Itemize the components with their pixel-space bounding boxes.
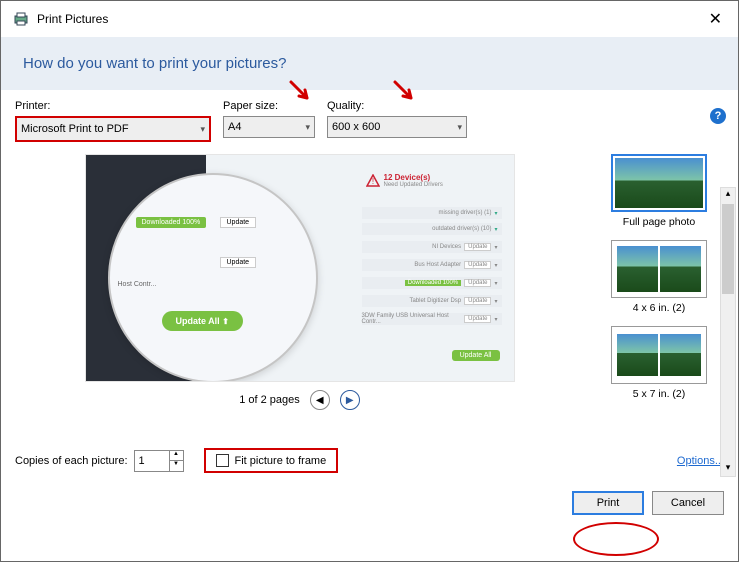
layout-4x6[interactable]: 4 x 6 in. (2) [594,240,724,314]
preview-update-all: Update All ⬆ [162,311,243,331]
scroll-down-icon[interactable]: ▾ [721,462,735,476]
close-button[interactable]: ✕ [701,7,730,31]
preview-update-all-small: Update All [452,350,500,361]
next-page-button[interactable]: ▶ [340,390,360,410]
help-icon[interactable]: ? [710,108,726,124]
window-title: Print Pictures [37,12,108,26]
fit-picture-label: Fit picture to frame [235,455,327,467]
main-area: ! 12 Device(s) Need Updated Drivers miss… [1,148,738,438]
scroll-up-icon[interactable]: ▴ [721,188,735,202]
copies-input[interactable] [135,451,169,471]
header-band: How do you want to print your pictures? [1,37,738,90]
layout-5x7[interactable]: 5 x 7 in. (2) [594,326,724,400]
chevron-down-icon: ▾ [305,122,310,133]
paper-size-select[interactable]: A4 ▾ [223,116,315,138]
prev-page-button[interactable]: ◀ [310,390,330,410]
fit-picture-group: Fit picture to frame [204,448,339,473]
print-button[interactable]: Print [572,491,644,515]
options-link[interactable]: Options... [677,455,724,467]
preview-alert: ! 12 Device(s) Need Updated Drivers [366,173,443,188]
preview-magnifier: Downloaded 100% Update Update Host Contr… [108,173,318,382]
print-preview: ! 12 Device(s) Need Updated Drivers miss… [85,154,515,382]
annotation-arrow-icon [391,78,419,106]
quality-select[interactable]: 600 x 600 ▾ [327,116,467,138]
copies-down-button[interactable]: ▼ [170,461,183,471]
header-question: How do you want to print your pictures? [23,55,716,72]
quality-value: 600 x 600 [332,121,380,133]
pager-text: 1 of 2 pages [239,394,300,406]
cancel-button[interactable]: Cancel [652,491,724,515]
pager: 1 of 2 pages ◀ ▶ [239,390,360,410]
chevron-down-icon: ▾ [457,122,462,133]
print-pictures-icon [13,11,29,27]
chevron-down-icon: ▾ [200,124,205,135]
controls-row: Printer: Microsoft Print to PDF ▾ Paper … [1,90,738,148]
printer-select[interactable]: Microsoft Print to PDF ▾ [15,116,211,142]
printer-label: Printer: [15,100,211,112]
printer-value: Microsoft Print to PDF [21,123,129,135]
footer-buttons: Print Cancel [1,483,738,527]
paper-size-value: A4 [228,121,241,133]
svg-text:!: ! [371,177,373,186]
preview-pane: ! 12 Device(s) Need Updated Drivers miss… [15,154,584,438]
scroll-thumb[interactable] [722,204,734,294]
layouts-scrollbar[interactable]: ▴ ▾ [720,187,736,477]
annotation-circle [573,522,659,556]
fit-picture-checkbox[interactable] [216,454,229,467]
copies-spinner[interactable]: ▲ ▼ [134,450,184,472]
titlebar: Print Pictures ✕ [1,1,738,37]
copies-label: Copies of each picture: [15,455,128,467]
copies-up-button[interactable]: ▲ [170,451,183,462]
layout-full-page[interactable]: Full page photo [594,154,724,228]
annotation-arrow-icon [287,78,315,106]
bottom-row: Copies of each picture: ▲ ▼ Fit picture … [1,438,738,483]
layouts-pane: Full page photo 4 x 6 in. (2) 5 x 7 in. … [594,154,724,438]
